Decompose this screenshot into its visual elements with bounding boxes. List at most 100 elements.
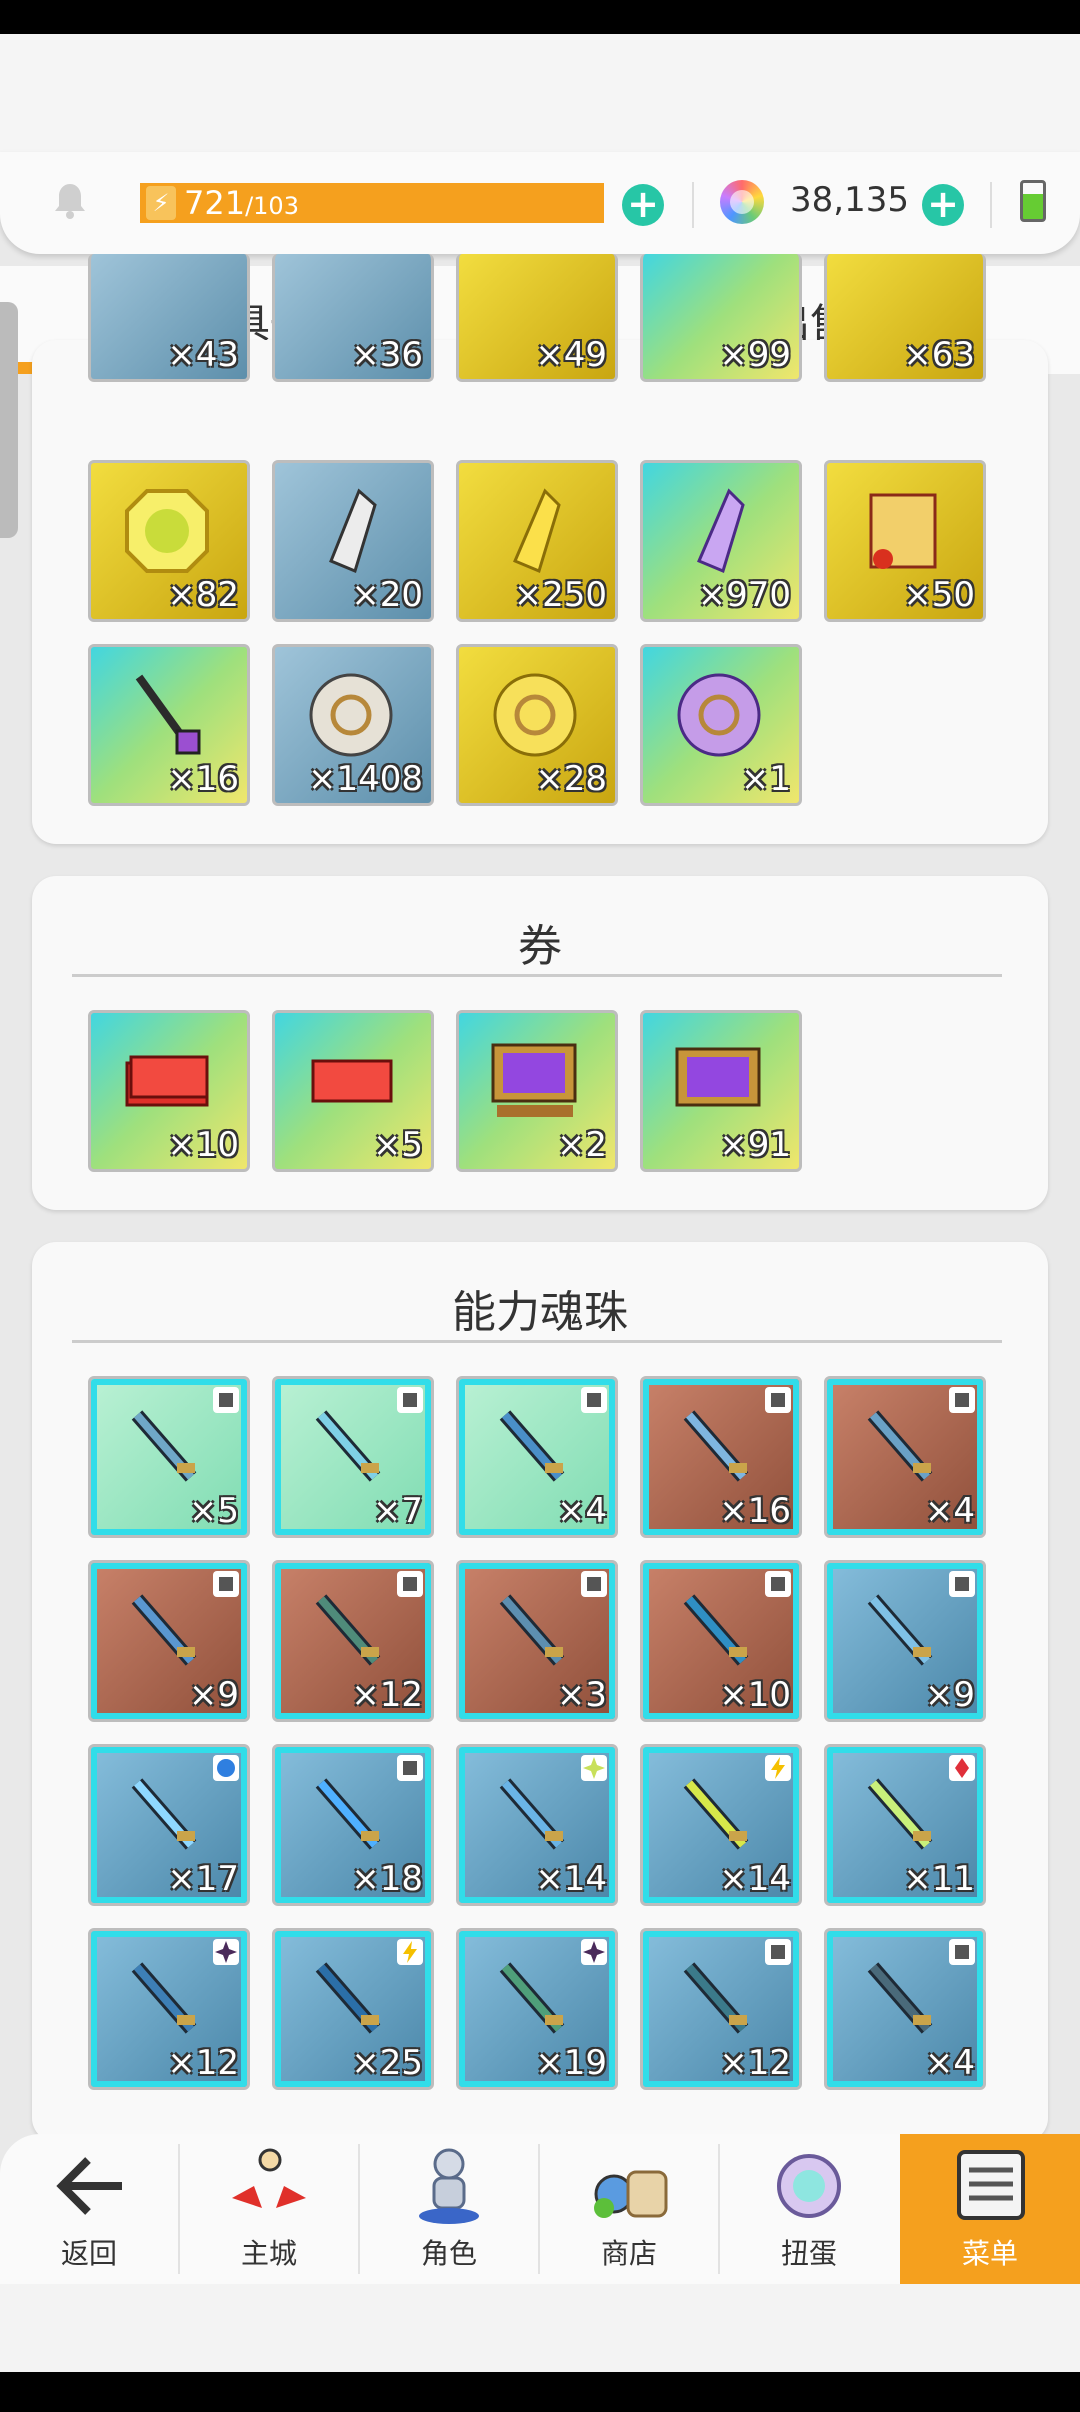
item-count: ×2 — [556, 1125, 607, 1165]
lightning-element-icon — [765, 1755, 791, 1781]
dark-element-icon — [581, 1939, 607, 1965]
item-tile-gold-emblem[interactable]: ×28 — [456, 644, 618, 806]
item-count: ×91 — [719, 1125, 791, 1165]
item-tile-silver-emblem[interactable]: ×1408 — [272, 644, 434, 806]
item-tile-violet-emblem[interactable]: ×1 — [640, 644, 802, 806]
back-arrow-icon — [56, 2157, 122, 2215]
item-tile-staff[interactable]: ×16 — [88, 644, 250, 806]
item-count: ×18 — [351, 1859, 423, 1899]
orb-tile-shield[interactable]: ×4 — [456, 1376, 618, 1538]
item-tile[interactable]: ×99 — [640, 254, 802, 382]
nav-label: 返回 — [60, 2237, 117, 2270]
neutral-element-icon — [949, 1571, 975, 1597]
orb-tile-dark-axe[interactable]: ×12 — [640, 1928, 802, 2090]
materials-panel: ×43 ×36 ×49 ×99 ×63 ×82 ×20 ×250 ×970 ×5… — [32, 254, 1048, 844]
ice-kris-icon — [499, 1778, 565, 1850]
dark-axe-icon — [683, 1962, 749, 2034]
lightning-element-icon — [397, 1939, 423, 1965]
neutral-element-icon — [765, 1571, 791, 1597]
resource-header: ⚡ 721/103 + 38,135 + — [0, 152, 1080, 254]
energy-value: 721/103 — [184, 184, 299, 222]
orb-tile-wand[interactable]: ×7 — [272, 1376, 434, 1538]
neutral-element-icon — [949, 1387, 975, 1413]
orb-tile-ice-blade[interactable]: ×18 — [272, 1744, 434, 1906]
item-count: ×9 — [188, 1675, 239, 1715]
item-tile-silver-shard[interactable]: ×20 — [272, 460, 434, 622]
item-count: ×7 — [372, 1491, 423, 1531]
purple-ticket-icon — [675, 1047, 761, 1107]
section-title: 能力魂珠 — [452, 1287, 628, 1338]
orb-tile-axe[interactable]: ×4 — [824, 1376, 986, 1538]
orb-tile-gauntlet[interactable]: ×10 — [640, 1560, 802, 1722]
orb-tile-pickaxe[interactable]: ×25 — [272, 1928, 434, 2090]
nav-label: 主城 — [240, 2237, 297, 2270]
neutral-element-icon — [765, 1939, 791, 1965]
system-status-bar — [0, 0, 1080, 34]
item-count: ×10 — [167, 1125, 239, 1165]
orb-tile-fire-sword[interactable]: ×11 — [824, 1744, 986, 1906]
orb-tile-lightning-blade[interactable]: ×14 — [640, 1744, 802, 1906]
item-tile[interactable]: ×43 — [88, 254, 250, 382]
nav-shop[interactable]: 商店 — [540, 2134, 718, 2284]
water-element-icon — [213, 1755, 239, 1781]
gold-shard-icon — [513, 488, 561, 574]
nav-gacha[interactable]: 扭蛋 — [720, 2134, 898, 2284]
item-count: ×19 — [535, 2043, 607, 2083]
orb-tile-dark-spear[interactable]: ×4 — [824, 1928, 986, 2090]
nav-label: 扭蛋 — [780, 2237, 837, 2270]
orb-tile-battle-axe[interactable]: ×19 — [456, 1928, 618, 2090]
purple-ticket-stack-icon — [491, 1043, 577, 1117]
orb-tile-dagger[interactable]: ×5 — [88, 1376, 250, 1538]
orb-tile-dark-blade[interactable]: ×12 — [88, 1928, 250, 2090]
item-count: ×12 — [719, 2043, 791, 2083]
orb-tile-greatsword[interactable]: ×9 — [824, 1560, 986, 1722]
item-tile[interactable]: ×36 — [272, 254, 434, 382]
item-count: ×1 — [740, 759, 791, 799]
scroll-icon — [869, 493, 937, 569]
item-tile-purple-ticket[interactable]: ×91 — [640, 1010, 802, 1172]
neutral-element-icon — [213, 1571, 239, 1597]
item-tile-red-ticket[interactable]: ×5 — [272, 1010, 434, 1172]
orb-tile-spear[interactable]: ×9 — [88, 1560, 250, 1722]
item-tile[interactable]: ×63 — [824, 254, 986, 382]
bottom-navigation: 返回 主城 角色 商店 扭蛋 菜单 — [0, 2134, 1080, 2284]
item-count: ×4 — [556, 1491, 607, 1531]
item-count: ×28 — [535, 759, 607, 799]
scroll-handle[interactable] — [0, 302, 18, 538]
dark-spear-icon — [867, 1962, 933, 2034]
light-element-icon — [581, 1755, 607, 1781]
item-tile-violet-shard[interactable]: ×970 — [640, 460, 802, 622]
gacha-icon — [777, 2154, 841, 2218]
item-count: ×3 — [556, 1675, 607, 1715]
item-tile-gold-coin[interactable]: ×82 — [88, 460, 250, 622]
item-tile-scroll[interactable]: ×50 — [824, 460, 986, 622]
item-tile-gold-shard[interactable]: ×250 — [456, 460, 618, 622]
menu-list-icon — [957, 2150, 1025, 2220]
orb-tile-book[interactable]: ×3 — [456, 1560, 618, 1722]
item-count: ×25 — [351, 2043, 423, 2083]
violet-shard-icon — [697, 488, 745, 574]
item-count: ×12 — [351, 1675, 423, 1715]
item-count: ×20 — [351, 575, 423, 615]
add-currency-button[interactable]: + — [922, 184, 964, 226]
bell-icon[interactable] — [48, 178, 92, 222]
orb-tile-ice-sword[interactable]: ×17 — [88, 1744, 250, 1906]
item-count: ×49 — [535, 335, 607, 375]
orb-tile-ice-kris[interactable]: ×14 — [456, 1744, 618, 1906]
lightning-blade-icon — [683, 1778, 749, 1850]
fire-element-icon — [949, 1755, 975, 1781]
energy-bar: ⚡ 721/103 — [140, 183, 604, 223]
item-tile[interactable]: ×49 — [456, 254, 618, 382]
nav-menu[interactable]: 菜单 — [900, 2134, 1080, 2284]
violet-emblem-icon — [677, 673, 761, 757]
neutral-element-icon — [765, 1387, 791, 1413]
add-energy-button[interactable]: + — [622, 184, 664, 226]
orb-tile-sword[interactable]: ×16 — [640, 1376, 802, 1538]
silver-emblem-icon — [309, 673, 393, 757]
item-tile-purple-ticket-stack[interactable]: ×2 — [456, 1010, 618, 1172]
nav-main-city[interactable]: 主城 — [180, 2134, 358, 2284]
nav-character[interactable]: 角色 — [360, 2134, 538, 2284]
orb-tile-bow[interactable]: ×12 — [272, 1560, 434, 1722]
item-tile-red-ticket-stack[interactable]: ×10 — [88, 1010, 250, 1172]
nav-back[interactable]: 返回 — [0, 2134, 178, 2284]
